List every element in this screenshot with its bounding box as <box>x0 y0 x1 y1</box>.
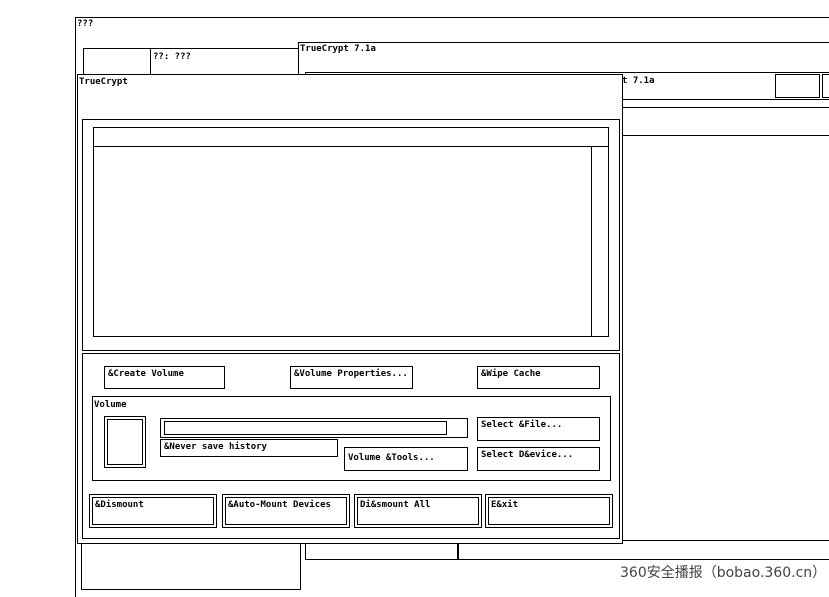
bg-inner-title: t 7.1a <box>622 76 655 86</box>
watermark: 360安全播报（bobao.360.cn） <box>620 565 827 581</box>
volume-icon[interactable] <box>104 416 146 468</box>
volume-group-label: Volume <box>94 400 127 410</box>
drive-list-scrollbar[interactable] <box>591 147 608 336</box>
dismount-all-button[interactable]: Di&smount All <box>354 494 482 528</box>
dismount-button[interactable]: &Dismount <box>89 494 217 528</box>
select-file-button[interactable]: Select &File... <box>477 417 600 441</box>
drive-list[interactable] <box>93 127 609 337</box>
volume-properties-button[interactable]: &Volume Properties... <box>290 366 413 389</box>
bg-tab-label: ??: ??? <box>153 52 191 62</box>
exit-button[interactable]: E&xit <box>485 494 613 528</box>
bg-window-title: TrueCrypt 7.1a <box>300 44 376 54</box>
dismount-label: &Dismount <box>92 497 214 525</box>
dismount-all-label: Di&smount All <box>357 497 479 525</box>
create-volume-button[interactable]: &Create Volume <box>104 366 225 389</box>
volume-tools-button[interactable]: Volume &Tools... <box>344 447 468 471</box>
bg-tab-left <box>83 48 153 76</box>
volume-icon-inner <box>107 419 143 465</box>
bg-inner-button-1[interactable] <box>775 74 820 98</box>
auto-mount-devices-label: &Auto-Mount Devices <box>225 497 347 525</box>
exit-label: E&xit <box>488 497 610 525</box>
bg-tab[interactable]: ??: ??? <box>150 48 300 76</box>
main-window: TrueCrypt &Create Volume &Volume Propert… <box>77 74 623 544</box>
wipe-cache-button[interactable]: &Wipe Cache <box>477 366 600 389</box>
desktop-title: ??? <box>77 19 94 29</box>
auto-mount-devices-button[interactable]: &Auto-Mount Devices <box>222 494 350 528</box>
bg-inner-button-2[interactable] <box>822 74 829 98</box>
volume-path-input[interactable] <box>164 421 447 435</box>
main-window-title: TrueCrypt <box>79 77 128 87</box>
volume-path-combo[interactable] <box>160 418 468 438</box>
bg-lower-left <box>81 540 301 590</box>
never-save-history-checkbox[interactable]: &Never save history <box>160 439 338 457</box>
drive-list-header <box>94 128 608 147</box>
select-device-button[interactable]: Select D&evice... <box>477 447 600 471</box>
